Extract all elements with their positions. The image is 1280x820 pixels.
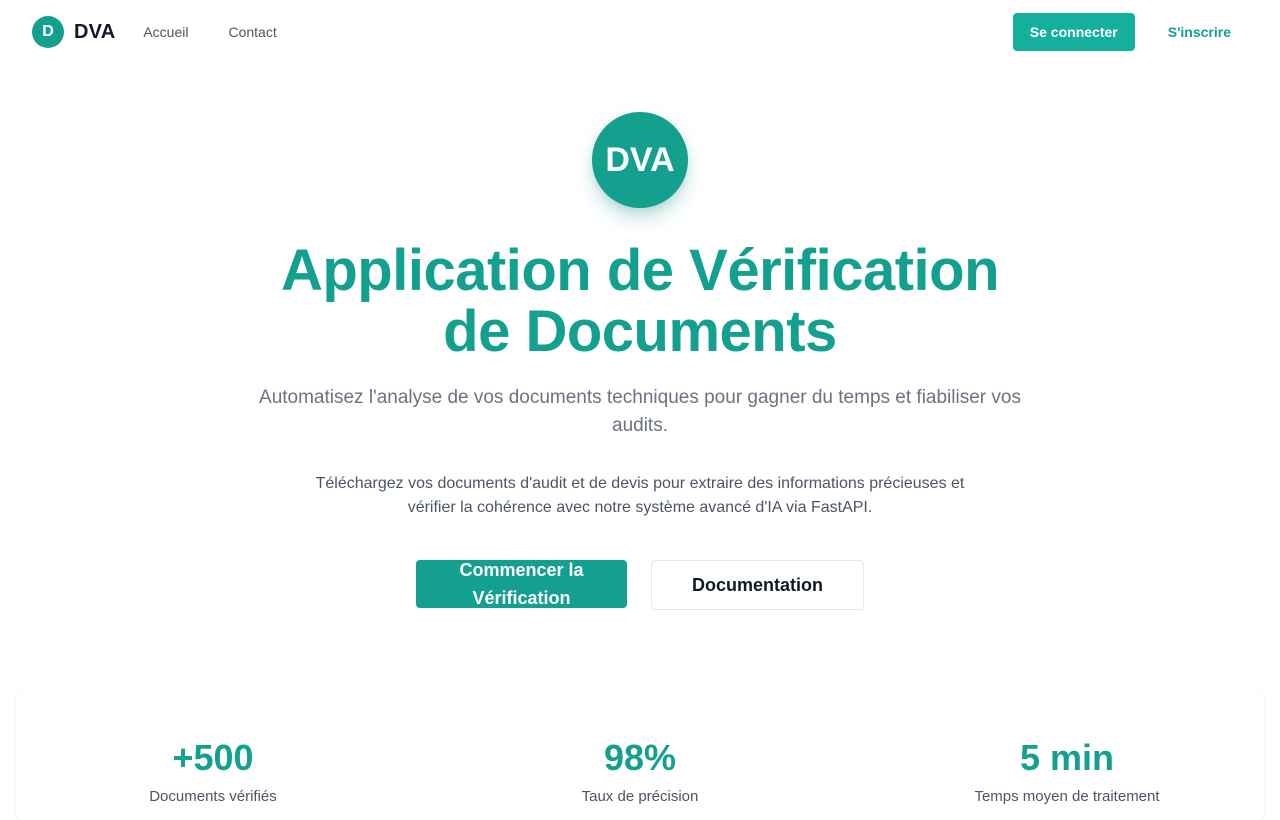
stat-label: Taux de précision [581, 788, 699, 805]
nav-link-accueil[interactable]: Accueil [143, 24, 188, 40]
nav-actions: Se connecter S'inscrire [1012, 13, 1248, 51]
login-button[interactable]: Se connecter [1012, 13, 1135, 51]
top-navbar: D DVA Accueil Contact Se connecter S'ins… [0, 0, 1280, 64]
stats-card: +500 Documents vérifiés 98% Taux de préc… [16, 690, 1264, 820]
brand-badge: D [32, 16, 64, 48]
signup-link[interactable]: S'inscrire [1168, 24, 1231, 40]
brand-logo-link[interactable]: D DVA [32, 16, 115, 48]
stat-documents: +500 Documents vérifiés [63, 736, 363, 805]
hero-description: Téléchargez vos documents d'audit et de … [315, 475, 965, 516]
stat-precision: 98% Taux de précision [490, 736, 790, 805]
nav-link-contact[interactable]: Contact [228, 24, 276, 40]
stat-value: 5 min [1019, 737, 1115, 778]
documentation-button[interactable]: Documentation [651, 560, 864, 610]
brand-name: DVA [74, 20, 116, 43]
stat-value: 98% [603, 737, 677, 778]
start-verification-button[interactable]: Commencer la Vérification [416, 560, 627, 608]
stat-value: +500 [172, 737, 254, 778]
stat-processing-time: 5 min Temps moyen de traitement [917, 736, 1217, 805]
hero-title: Application de Vérification de Documents [280, 238, 1000, 364]
hero-subtitle: Automatisez l'analyse de vos documents t… [259, 387, 1021, 436]
stat-label: Documents vérifiés [149, 788, 277, 805]
stat-label: Temps moyen de traitement [974, 788, 1160, 805]
nav-links: Accueil Contact [143, 24, 276, 40]
hero-logo: DVA [592, 112, 688, 208]
